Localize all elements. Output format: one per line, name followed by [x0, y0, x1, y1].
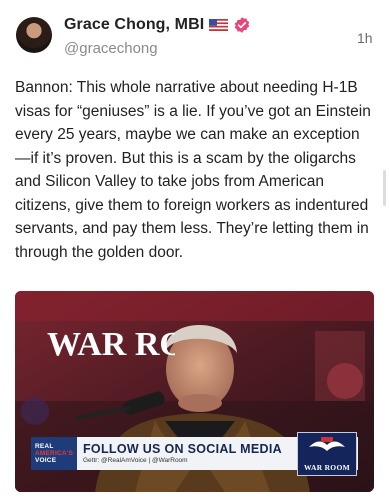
author-avatar[interactable]	[16, 17, 52, 53]
post-body: Bannon: This whole narrative about needi…	[15, 79, 371, 261]
author-line: Grace Chong, MBI	[64, 16, 251, 34]
network-logo: REAL AMERICA'S VOICE	[31, 437, 77, 470]
author-handle[interactable]: @gracechong	[64, 40, 158, 57]
us-flag-icon	[209, 19, 229, 31]
network-logo-line2: AMERICA'S	[35, 450, 74, 457]
network-logo-line3: VOICE	[35, 457, 57, 464]
scrollbar[interactable]	[383, 170, 386, 206]
banner-title: FOLLOW US ON SOCIAL MEDIA	[83, 442, 282, 456]
post-timestamp: 1h	[357, 30, 373, 46]
war-room-badge: WAR ROOM	[297, 432, 357, 476]
eagle-icon	[309, 437, 345, 451]
social-post: Grace Chong, MBI @gracechong 1h Bannon: …	[0, 0, 389, 500]
post-video-thumbnail[interactable]: WAR ROOM REAL AMERICA'S VOICE FOLLOW US …	[15, 291, 374, 492]
network-logo-line1: REAL	[35, 443, 54, 450]
war-room-sign-text: WAR ROOM	[47, 326, 175, 363]
war-room-badge-text: WAR ROOM	[304, 463, 350, 472]
banner-subtitle: Gettr: @RealAmVoice | @WarRoom	[83, 457, 188, 464]
author-name[interactable]: Grace Chong, MBI	[64, 16, 204, 34]
war-room-sign: WAR ROOM	[47, 326, 175, 363]
verified-badge-icon	[235, 17, 250, 33]
